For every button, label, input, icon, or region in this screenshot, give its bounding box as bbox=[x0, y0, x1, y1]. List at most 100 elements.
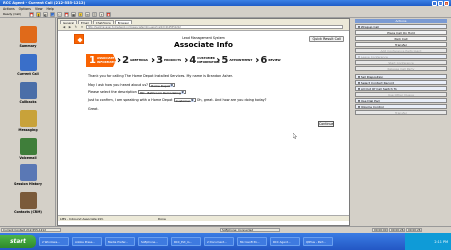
hold-call-button[interactable]: Place Call On Hold bbox=[355, 30, 447, 35]
start-button[interactable]: start bbox=[0, 235, 36, 248]
step-appointment[interactable]: › 5 APPOINTMENT bbox=[216, 53, 252, 68]
help-icon[interactable]: ? bbox=[99, 11, 104, 17]
nav-label: Callbacks bbox=[19, 100, 37, 104]
taskbar-item[interactable]: Microsoft Po... bbox=[237, 237, 267, 246]
conference-icon[interactable]: ⚇ bbox=[57, 11, 62, 17]
customer-type-select[interactable]: Customer▼ bbox=[173, 98, 196, 103]
nav-label: Session History bbox=[14, 182, 42, 186]
nav-messaging[interactable]: Messaging bbox=[6, 110, 50, 132]
grid-icon[interactable]: ▦ bbox=[71, 11, 76, 17]
callback-icon bbox=[19, 82, 37, 99]
wizard-steps: 1 ASSOCIATE INFORMATION › 2 GREETINGS › … bbox=[86, 53, 319, 68]
release-party-button[interactable]: Release Call Party bbox=[355, 66, 447, 71]
mail-icon[interactable]: ✉ bbox=[85, 11, 90, 17]
dropdown-arrow-icon: ▼ bbox=[190, 99, 194, 103]
switch-to-button[interactable]: All Out Of Call Switch To bbox=[355, 86, 447, 91]
nav-contacts[interactable]: Contacts (CRM) bbox=[6, 192, 50, 214]
maximize-button[interactable]: □ bbox=[438, 0, 443, 6]
windows-taskbar: start 2 Windows... Adobe Prese... Media … bbox=[0, 233, 451, 250]
transfer-button[interactable]: Transfer bbox=[355, 42, 447, 47]
url-input[interactable]: http://leadmanager.homedepot.com/associa… bbox=[86, 24, 343, 30]
taskbar-item[interactable]: Media Prefer... bbox=[105, 237, 135, 246]
step-number: 5 bbox=[221, 55, 229, 66]
confirm-followup: Oh, great. And how are you doing today? bbox=[196, 98, 267, 103]
address-bar: ◀ ▶ ↻ ✕ http://leadmanager.homedepot.com… bbox=[58, 24, 349, 31]
step-associate-info[interactable]: 1 ASSOCIATE INFORMATION bbox=[86, 54, 116, 67]
menu-help[interactable]: Help bbox=[47, 7, 54, 11]
continue-button[interactable]: Continue bbox=[318, 121, 334, 127]
step-number: 2 bbox=[122, 55, 130, 66]
taskbar-item[interactable]: Adobe Prese... bbox=[72, 237, 102, 246]
transfer-disabled-button[interactable]: Transfer bbox=[355, 110, 447, 115]
description-select-value: HD - Bathroom Remodeling bbox=[139, 91, 181, 95]
emergency-icon[interactable]: ✚ bbox=[106, 11, 111, 17]
record-icon[interactable]: ● bbox=[64, 11, 69, 17]
mute-icon[interactable]: ◐ bbox=[43, 11, 48, 17]
step-products[interactable]: › 3 PRODUCTS bbox=[151, 53, 181, 68]
minimize-button[interactable]: _ bbox=[432, 0, 437, 6]
taskbar-item[interactable]: QtPlus - Part... bbox=[303, 237, 333, 246]
step-number: 1 bbox=[89, 55, 96, 66]
step-number: 3 bbox=[156, 55, 164, 66]
step-label: CUSTOMER INFORMATION bbox=[197, 56, 220, 64]
app-statusbar: Current Contact 212-555-1212 Softphone: … bbox=[0, 226, 451, 232]
use-other-queue-button[interactable]: Use Other Queue bbox=[355, 92, 447, 97]
quick-result-button[interactable]: Quick Result Call bbox=[309, 36, 344, 42]
house-icon bbox=[19, 26, 37, 43]
voicemail-icon bbox=[19, 138, 37, 155]
step-label: PRODUCTS bbox=[164, 57, 182, 62]
menu-actions[interactable]: Actions bbox=[3, 7, 15, 11]
page-title: Associate Info bbox=[174, 40, 233, 49]
step-arrow-icon: › bbox=[255, 55, 260, 66]
step-arrow-icon: › bbox=[150, 55, 156, 66]
step-customer-info[interactable]: › 4 CUSTOMER INFORMATION bbox=[184, 53, 220, 68]
menu-options[interactable]: Options bbox=[19, 7, 31, 11]
leave-conference-button[interactable]: Leave Conference bbox=[355, 54, 447, 59]
timer-2: 00:00:26 bbox=[389, 227, 405, 232]
step-greetings[interactable]: › 2 GREETINGS bbox=[117, 53, 148, 68]
step-review[interactable]: › 6 REVIEW bbox=[255, 53, 280, 68]
wrapup-call-button[interactable]: Wrapup Call bbox=[355, 24, 447, 29]
contacts-icon bbox=[19, 192, 37, 209]
park-call-button[interactable]: Park Call bbox=[355, 36, 447, 41]
browser-status-done: Done bbox=[158, 216, 166, 221]
dropdown-arrow-icon: ▼ bbox=[170, 84, 174, 88]
customer-type-value: Customer bbox=[175, 99, 191, 103]
back-icon[interactable]: ◀ bbox=[62, 25, 66, 29]
taskbar-item[interactable]: 2 Document... bbox=[204, 237, 234, 246]
close-button[interactable]: ✕ bbox=[444, 0, 449, 6]
taskbar-item[interactable]: 2 Windows... bbox=[39, 237, 69, 246]
add-conference-button[interactable]: Add Conference Participant bbox=[355, 48, 447, 53]
nav-current-call[interactable]: Current Call bbox=[6, 54, 50, 76]
description-select[interactable]: HD - Bathroom Remodeling▼ bbox=[137, 90, 187, 95]
nav-session-history[interactable]: Session History bbox=[6, 164, 50, 186]
dropdown-arrow-icon: ▼ bbox=[181, 91, 185, 95]
script-line-greeting: Thank you for calling The Home Depot Ins… bbox=[88, 74, 233, 78]
mouse-cursor-icon bbox=[293, 133, 297, 139]
set-disposition-button[interactable]: Set Disposition bbox=[355, 74, 447, 79]
stop-icon[interactable]: ✕ bbox=[80, 25, 84, 29]
nav-callbacks[interactable]: Callbacks bbox=[6, 82, 50, 104]
clock[interactable]: 2:11 PM bbox=[434, 240, 448, 244]
step-arrow-icon: › bbox=[116, 55, 122, 66]
left-nav: Summary Current Call Callbacks Messaging… bbox=[0, 18, 56, 226]
start-conference-button[interactable]: Start Conference bbox=[355, 60, 447, 65]
taskbar-item[interactable]: RCC Agent... bbox=[270, 237, 300, 246]
chat-icon[interactable]: ☰ bbox=[92, 11, 97, 17]
volume-control-button[interactable]: Volume Control bbox=[355, 104, 447, 109]
alert-icon[interactable]: ! bbox=[78, 11, 83, 17]
select-contact-button[interactable]: Select Contact Record bbox=[355, 80, 447, 85]
forward-icon[interactable]: ▶ bbox=[68, 25, 72, 29]
hangup-icon[interactable]: ● bbox=[29, 11, 34, 17]
taskbar-item[interactable]: Softphone... bbox=[138, 237, 168, 246]
ready-status[interactable]: Ready (Call) bbox=[3, 12, 27, 16]
source-select[interactable]: Home Depot▼ bbox=[148, 83, 176, 88]
hold-icon[interactable]: ‖ bbox=[36, 11, 41, 17]
dial-pad-button[interactable]: Use Dial Pad bbox=[355, 98, 447, 103]
refresh-icon[interactable]: ↻ bbox=[74, 25, 78, 29]
transfer-icon[interactable]: → bbox=[50, 11, 55, 17]
nav-summary[interactable]: Summary bbox=[6, 26, 50, 48]
menu-view[interactable]: View bbox=[35, 7, 43, 11]
taskbar-item[interactable]: RCC_Ext_lo... bbox=[171, 237, 201, 246]
nav-voicemail[interactable]: Voicemail bbox=[6, 138, 50, 160]
